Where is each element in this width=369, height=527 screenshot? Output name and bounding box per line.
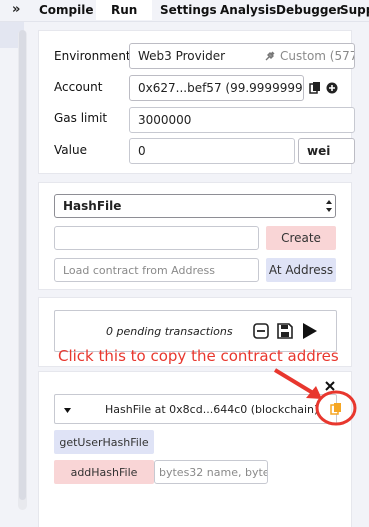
annotation-circle — [315, 390, 357, 426]
annotation-overlay — [273, 368, 357, 426]
annotation-arrow-icon — [273, 368, 322, 399]
